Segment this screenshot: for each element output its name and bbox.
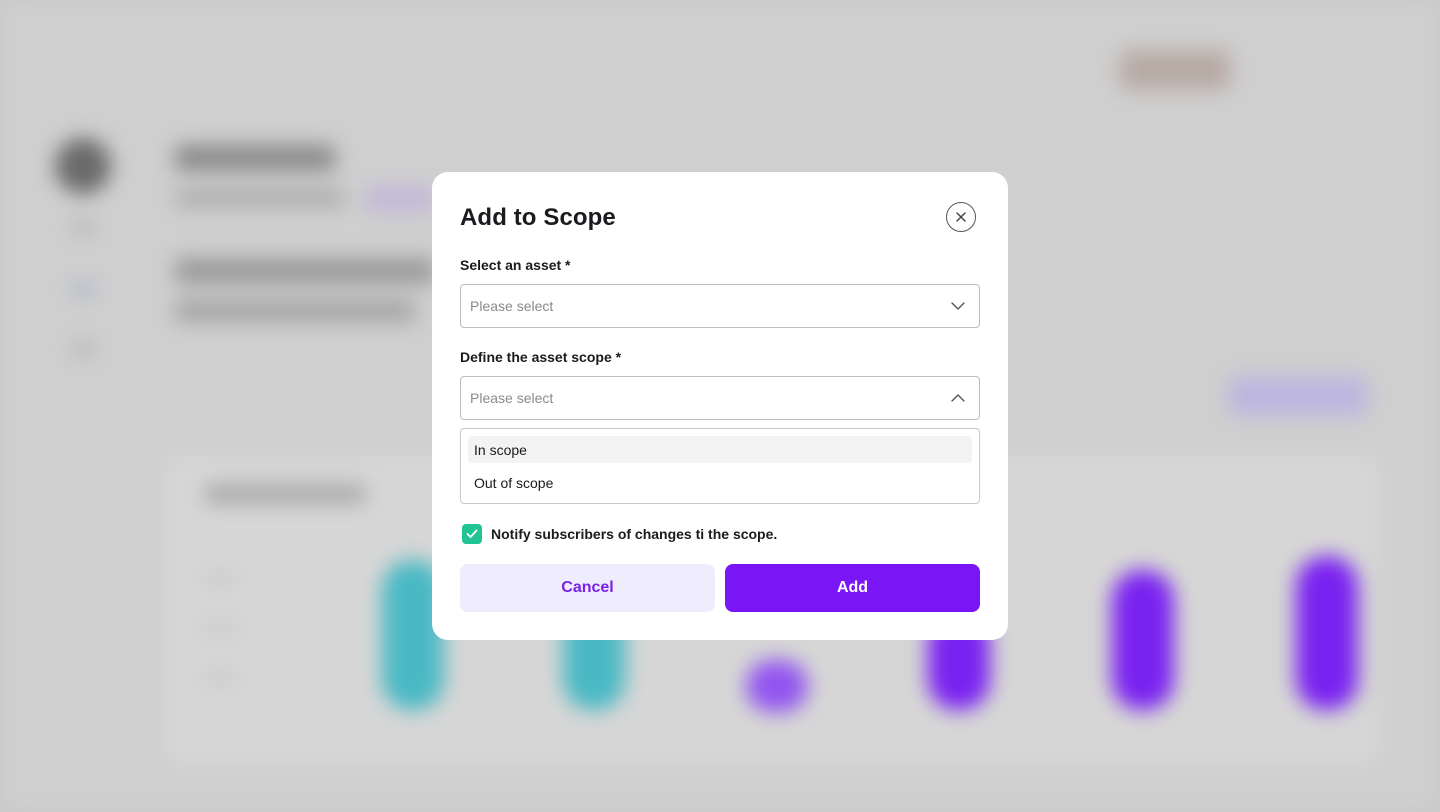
bg-rail-item bbox=[70, 282, 96, 296]
bg-chart-bar bbox=[1112, 570, 1174, 710]
bg-tag bbox=[365, 186, 435, 212]
scope-field-label: Define the asset scope * bbox=[460, 349, 622, 365]
notify-checkbox[interactable] bbox=[462, 524, 482, 544]
bg-user-menu bbox=[1120, 50, 1230, 90]
bg-chart-bar bbox=[746, 660, 808, 712]
bg-chart-bar bbox=[1296, 556, 1358, 710]
option-out-of-scope[interactable]: Out of scope bbox=[468, 469, 972, 496]
bg-rail-item bbox=[70, 342, 96, 356]
notify-label: Notify subscribers of changes ti the sco… bbox=[491, 526, 778, 542]
close-button[interactable] bbox=[946, 202, 976, 232]
chevron-up-icon bbox=[950, 390, 966, 406]
bg-chart-title bbox=[205, 485, 365, 503]
add-button[interactable]: Add bbox=[725, 564, 980, 612]
cancel-button[interactable]: Cancel bbox=[460, 564, 715, 612]
dialog-title: Add to Scope bbox=[460, 204, 616, 231]
asset-field-label: Select an asset * bbox=[460, 257, 571, 273]
close-icon bbox=[956, 212, 966, 222]
bg-title bbox=[175, 145, 335, 171]
bg-subtitle bbox=[175, 190, 345, 206]
add-to-scope-dialog: Add to Scope Select an asset * Please se… bbox=[432, 172, 1008, 640]
option-in-scope[interactable]: In scope bbox=[468, 436, 972, 463]
bg-avatar bbox=[55, 138, 111, 194]
bg-description bbox=[175, 258, 435, 284]
bg-rail-item bbox=[70, 220, 96, 234]
asset-select-placeholder: Please select bbox=[470, 298, 554, 314]
notify-row: Notify subscribers of changes ti the sco… bbox=[462, 524, 777, 544]
asset-select[interactable]: Please select bbox=[460, 284, 980, 328]
scope-options-list: In scope Out of scope bbox=[460, 428, 980, 504]
bg-description bbox=[175, 300, 415, 322]
scope-select[interactable]: Please select bbox=[460, 376, 980, 420]
scope-select-placeholder: Please select bbox=[470, 390, 554, 406]
check-icon bbox=[466, 529, 478, 538]
bg-action-button bbox=[1228, 376, 1368, 416]
chevron-down-icon bbox=[950, 298, 966, 314]
bg-chart-axis bbox=[205, 575, 235, 705]
